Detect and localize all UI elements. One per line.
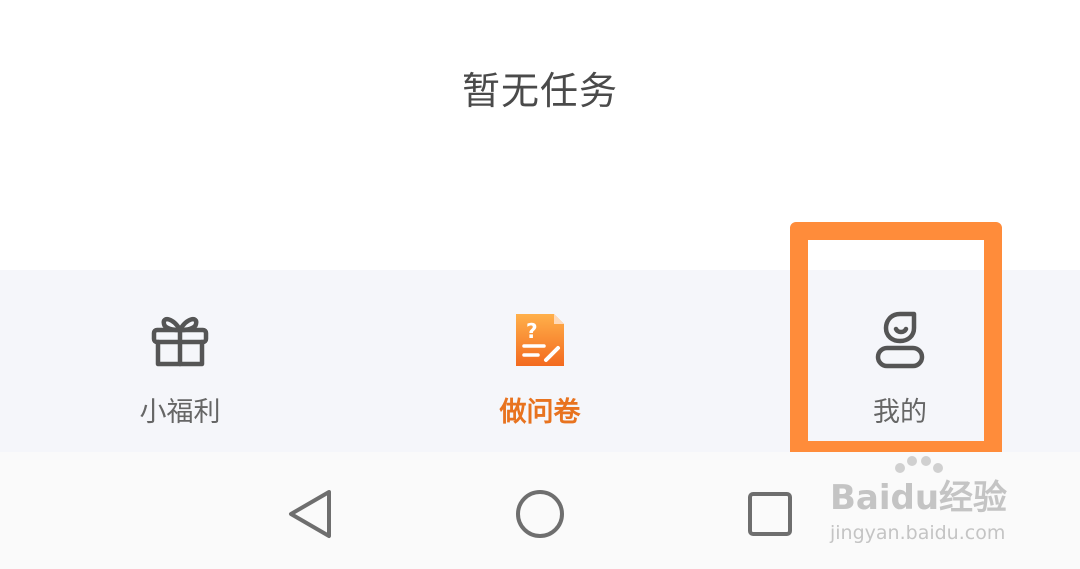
empty-state-message: 暂无任务 — [461, 69, 618, 113]
survey-icon: ? — [508, 308, 572, 372]
home-icon — [516, 490, 564, 538]
bottom-tab-bar: 小福利 ? 做问卷 我的 — [0, 270, 1080, 452]
tab-survey-label: 做问卷 — [499, 397, 581, 428]
tab-welfare-label: 小福利 — [139, 397, 221, 428]
profile-icon — [868, 308, 932, 372]
recents-icon — [748, 492, 792, 536]
home-button[interactable] — [510, 484, 570, 544]
tab-mine[interactable]: 我的 — [790, 270, 1010, 452]
gift-icon — [148, 308, 212, 372]
recents-button[interactable] — [740, 484, 800, 544]
svg-text:?: ? — [526, 319, 538, 343]
back-icon — [289, 490, 331, 538]
tab-welfare[interactable]: 小福利 — [70, 270, 290, 452]
tab-survey[interactable]: ? 做问卷 — [430, 270, 650, 452]
back-button[interactable] — [280, 484, 340, 544]
tab-mine-label: 我的 — [873, 397, 927, 428]
system-navigation-bar — [0, 452, 1080, 569]
